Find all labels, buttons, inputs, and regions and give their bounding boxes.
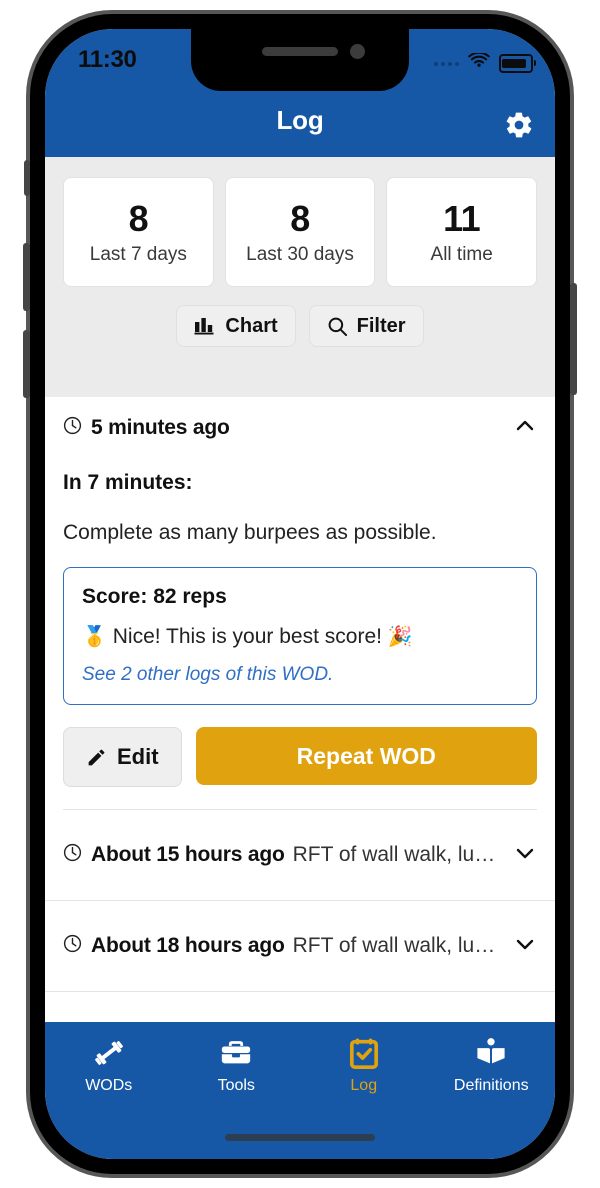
toolbox-icon: [222, 1041, 251, 1064]
phone-device-frame: 11:30 Log 8 Last 7 days 8 Last 30 days 1…: [0, 0, 600, 1188]
stat-label: Last 7 days: [89, 244, 187, 265]
stat-value: 8: [128, 198, 149, 239]
party-popper-emoji: 🎉: [387, 626, 413, 648]
stats-action-row: Chart Filter: [45, 305, 555, 347]
stat-value: 11: [443, 198, 481, 239]
clock-icon: [63, 934, 82, 958]
tab-wods[interactable]: WODs: [45, 1036, 173, 1095]
phone-screen: 11:30 Log 8 Last 7 days 8 Last 30 days 1…: [45, 29, 555, 1159]
signal-dots-icon: [434, 61, 459, 66]
praise-text: Nice! This is your best score!: [112, 625, 382, 648]
power-button[interactable]: [570, 283, 577, 395]
device-notch: [191, 29, 409, 91]
see-other-logs-link[interactable]: See 2 other logs of this WOD.: [82, 664, 518, 686]
repeat-wod-button[interactable]: Repeat WOD: [195, 727, 537, 785]
stat-card-list: 8 Last 7 days 8 Last 30 days 11 All time: [45, 157, 555, 287]
search-icon: [328, 317, 347, 336]
log-entry-preview: RFT of wall walk, lu…: [292, 934, 496, 957]
stat-value: 8: [290, 198, 310, 239]
bar-chart-icon: [194, 318, 214, 335]
wod-title: In 7 minutes:: [63, 471, 193, 494]
tab-label: Definitions: [453, 1077, 529, 1094]
tab-definitions[interactable]: Definitions: [428, 1036, 556, 1095]
battery-full-icon: [499, 54, 536, 73]
volume-up-button[interactable]: [23, 243, 30, 311]
chevron-down-icon[interactable]: [503, 841, 537, 870]
score-value: Score: 82 reps: [82, 585, 227, 608]
repeat-wod-button-label: Repeat WOD: [296, 742, 436, 769]
tab-label: WODs: [85, 1077, 133, 1094]
chart-button-label: Chart: [225, 314, 278, 337]
log-entry-expanded: 5 minutes ago In 7 minutes: Complete as …: [45, 397, 555, 810]
log-entry-header[interactable]: 5 minutes ago: [63, 397, 537, 459]
log-entry-collapsed[interactable]: About 15 hours ago RFT of wall walk, lu…: [45, 810, 555, 900]
log-entry-actions: Edit Repeat WOD: [63, 727, 537, 787]
pencil-icon: [88, 749, 105, 765]
volume-down-button[interactable]: [23, 330, 30, 398]
status-bar-clock: 11:30: [78, 46, 137, 73]
page-title: Log: [276, 105, 324, 135]
filter-button-label: Filter: [356, 314, 406, 337]
chevron-up-icon[interactable]: [503, 414, 537, 443]
tab-label: Tools: [217, 1077, 255, 1094]
log-entry-list[interactable]: 5 minutes ago In 7 minutes: Complete as …: [45, 397, 555, 1069]
stat-card-all-time[interactable]: 11 All time: [386, 177, 538, 287]
chart-button[interactable]: Chart: [176, 305, 296, 347]
front-camera: [350, 44, 365, 59]
app-header: Log: [45, 91, 555, 157]
edit-button-label: Edit: [117, 744, 159, 769]
stats-section: 8 Last 7 days 8 Last 30 days 11 All time: [45, 157, 555, 397]
clock-icon: [63, 416, 82, 440]
silent-switch-button[interactable]: [24, 160, 30, 196]
tab-tools[interactable]: Tools: [173, 1036, 301, 1095]
bottom-tab-bar: WODs Tools Log Definitions: [45, 1022, 555, 1159]
log-entry-timestamp: 5 minutes ago: [91, 416, 230, 439]
open-book-icon: [477, 1038, 505, 1064]
gear-icon: [506, 112, 532, 138]
clock-icon: [63, 843, 82, 867]
tab-label: Log: [350, 1077, 378, 1094]
log-entry-collapsed[interactable]: About 18 hours ago RFT of wall walk, lu…: [45, 901, 555, 991]
home-indicator[interactable]: [225, 1134, 375, 1141]
wod-description: Complete as many burpees as possible.: [63, 521, 437, 544]
stat-label: All time: [430, 244, 493, 265]
calendar-check-icon: [349, 1038, 378, 1070]
divider: [45, 991, 555, 992]
filter-button[interactable]: Filter: [308, 305, 424, 347]
stat-label: Last 30 days: [246, 244, 354, 265]
score-box: Score: 82 reps 🥇 Nice! This is your best…: [63, 567, 537, 705]
edit-button[interactable]: Edit: [63, 727, 182, 787]
medal-emoji: 🥇: [82, 626, 107, 648]
stat-card-last-30-days[interactable]: 8 Last 30 days: [224, 177, 376, 287]
stat-card-last-7-days[interactable]: 8 Last 7 days: [63, 177, 214, 287]
settings-button[interactable]: [499, 105, 539, 145]
log-entry-timestamp: About 15 hours ago: [91, 843, 285, 866]
log-entry-timestamp: About 18 hours ago: [91, 934, 285, 957]
dumbbell-icon: [94, 1041, 123, 1065]
log-entry-preview: RFT of wall walk, lu…: [292, 843, 496, 866]
tab-log[interactable]: Log: [300, 1036, 428, 1095]
chevron-down-icon[interactable]: [503, 932, 537, 961]
earpiece-speaker: [262, 47, 338, 56]
wifi-icon: [468, 51, 490, 74]
status-bar-indicators: [434, 51, 536, 74]
praise-message: 🥇 Nice! This is your best score! 🎉: [82, 624, 518, 649]
